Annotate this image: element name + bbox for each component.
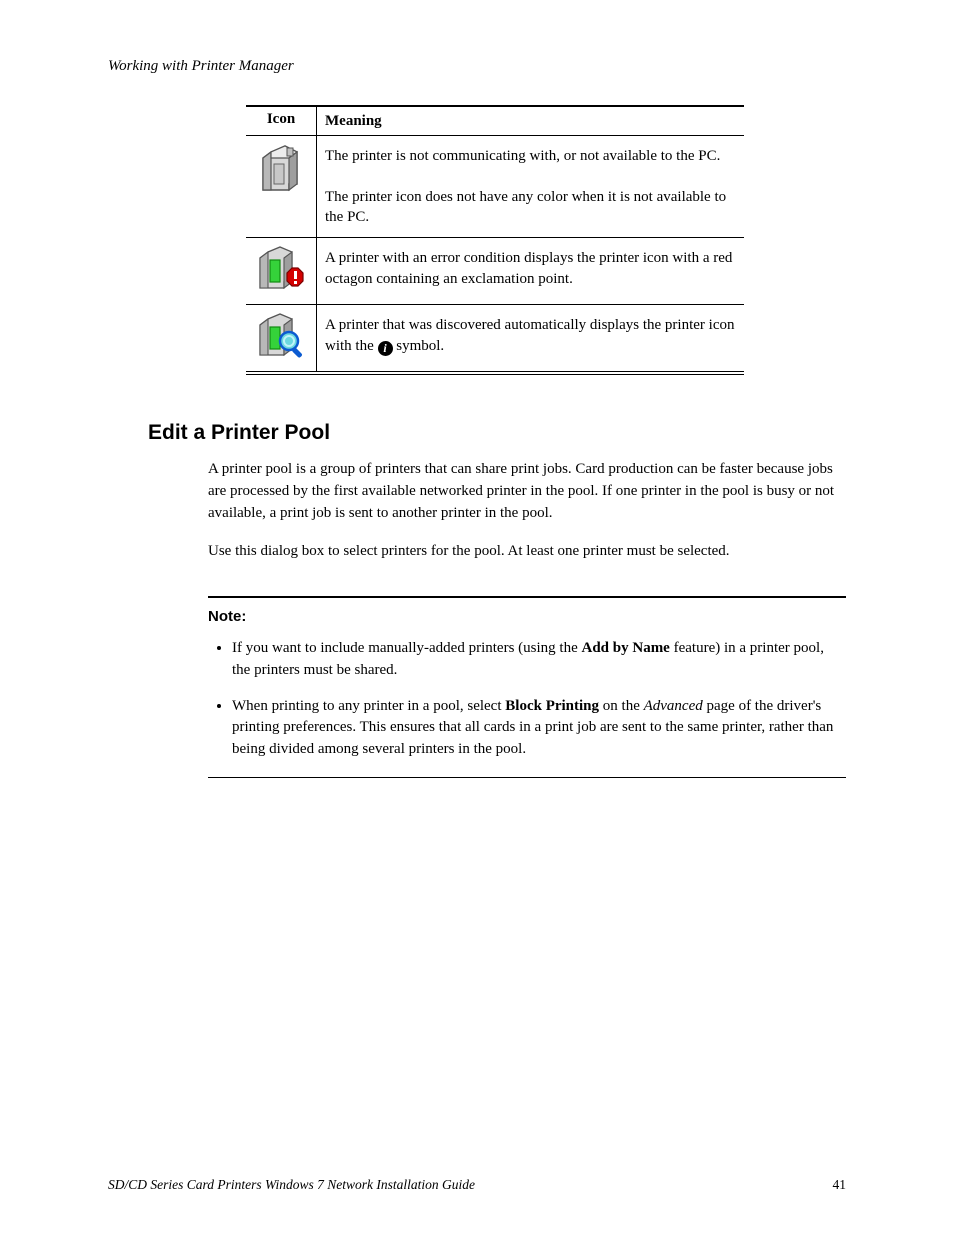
printer-status-icon-table: Icon Meaning The printer is not comm [246, 105, 744, 375]
section-paragraph: A printer pool is a group of printers th… [208, 459, 846, 524]
printer-error-icon [250, 246, 312, 296]
col-header-meaning: Meaning [317, 106, 745, 136]
row-unavailable-desc: The printer is not communicating with, o… [317, 136, 745, 238]
note-label: Note: [208, 606, 846, 628]
info-icon: i [378, 341, 393, 356]
row-discovered-desc: A printer that was discovered automatica… [317, 305, 745, 374]
col-header-icon: Icon [246, 106, 317, 136]
note-block: Note: If you want to include manually-ad… [208, 596, 846, 778]
running-header: Working with Printer Manager [108, 58, 846, 75]
row-error-desc: A printer with an error condition displa… [317, 238, 745, 305]
footer-page-number: 41 [833, 1177, 847, 1193]
printer-discovered-icon [250, 313, 312, 363]
section-paragraph: Use this dialog box to select printers f… [208, 541, 846, 563]
note-item: When printing to any printer in a pool, … [232, 696, 846, 761]
section-title-edit-printer-pool: Edit a Printer Pool [148, 421, 846, 445]
printer-unavailable-icon [250, 144, 312, 194]
section-body: A printer pool is a group of printers th… [208, 459, 846, 562]
footer-doc-title: SD/CD Series Card Printers Windows 7 Net… [108, 1177, 475, 1192]
note-item: If you want to include manually-added pr… [232, 638, 846, 682]
